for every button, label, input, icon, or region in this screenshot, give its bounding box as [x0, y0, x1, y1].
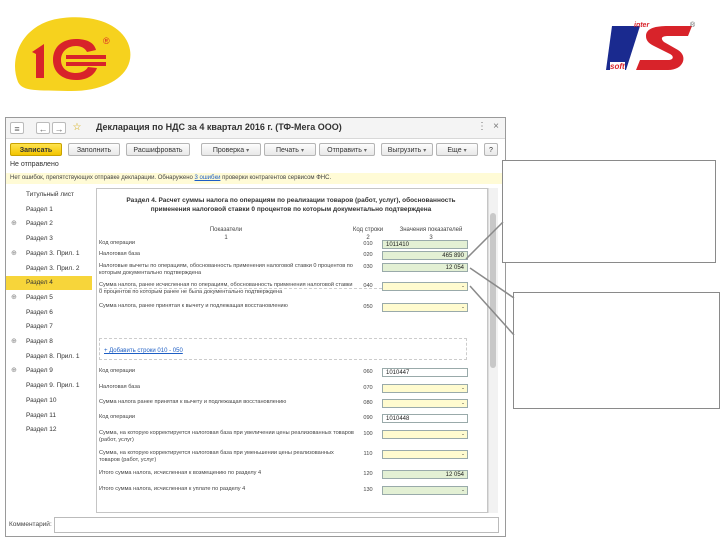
callout-arrows: [465, 221, 515, 336]
callout-pointer-line: [465, 221, 504, 260]
